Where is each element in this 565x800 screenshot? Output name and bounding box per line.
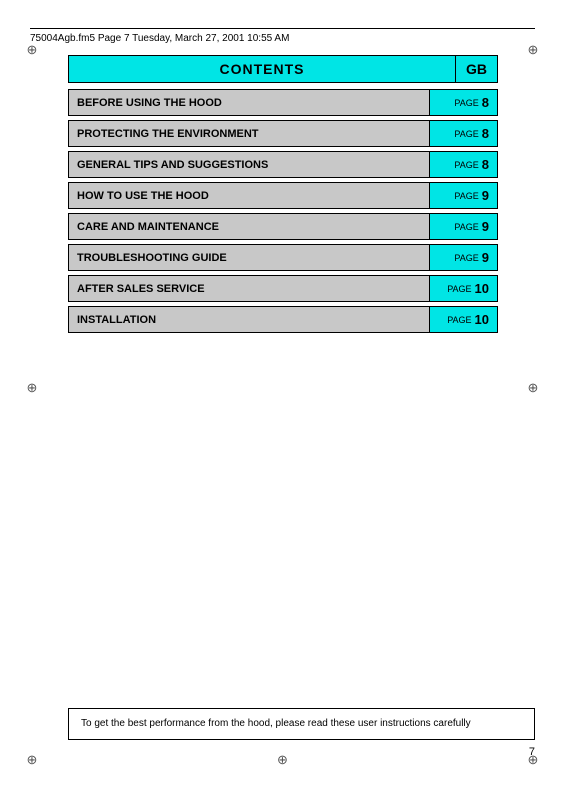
toc-row-title: INSTALLATION [69, 307, 429, 332]
main-content: CONTENTS GB BEFORE USING THE HOODPAGE8PR… [68, 55, 498, 337]
toc-list: BEFORE USING THE HOODPAGE8PROTECTING THE… [68, 89, 498, 333]
page-container: 75004Agb.fm5 Page 7 Tuesday, March 27, 2… [0, 0, 565, 800]
contents-gb: GB [455, 55, 498, 83]
toc-row-title: TROUBLESHOOTING GUIDE [69, 245, 429, 270]
page-num: 10 [475, 281, 489, 296]
bottom-note: To get the best performance from the hoo… [68, 708, 535, 740]
header-bar: 75004Agb.fm5 Page 7 Tuesday, March 27, 2… [30, 28, 535, 44]
toc-row: GENERAL TIPS AND SUGGESTIONS PAGE 8 [68, 151, 498, 178]
page-num: 9 [482, 219, 489, 234]
page-word: PAGE [447, 315, 471, 325]
toc-row-page: PAGE 9 [429, 245, 497, 270]
toc-row-title: HOW TO USE THE HOOD [69, 183, 429, 208]
cross-mid-right [525, 380, 541, 396]
toc-row-title: PROTECTING THE ENVIRONMENT [69, 121, 429, 146]
page-word: PAGE [454, 222, 478, 232]
page-word: PAGE [454, 129, 478, 139]
toc-row: PROTECTING THE ENVIRONMENT PAGE 8 [68, 120, 498, 147]
toc-row-page: PAGE 8 [429, 121, 497, 146]
toc-row: HOW TO USE THE HOOD PAGE 9 [68, 182, 498, 209]
toc-row-page: PAGE 8 [429, 152, 497, 177]
toc-row-title: AFTER SALES SERVICE [69, 276, 429, 301]
page-word: PAGE [454, 160, 478, 170]
toc-row: TROUBLESHOOTING GUIDE PAGE 9 [68, 244, 498, 271]
toc-row-page: PAGE 10 [429, 307, 497, 332]
toc-row: BEFORE USING THE HOOD PAGE 8 [68, 89, 498, 116]
page-num: 8 [482, 95, 489, 110]
toc-row-page: PAGE 9 [429, 183, 497, 208]
page-word: PAGE [454, 98, 478, 108]
toc-row-title: GENERAL TIPS AND SUGGESTIONS [69, 152, 429, 177]
toc-row-page: PAGE 8 [429, 90, 497, 115]
toc-row-page: PAGE 9 [429, 214, 497, 239]
toc-row-title: CARE AND MAINTENANCE [69, 214, 429, 239]
cross-bottom-mid [275, 752, 291, 768]
page-num: 8 [482, 126, 489, 141]
contents-header: CONTENTS GB [68, 55, 498, 83]
page-number: 7 [529, 746, 535, 758]
page-num: 9 [482, 250, 489, 265]
cross-mid-left [24, 380, 40, 396]
page-num: 8 [482, 157, 489, 172]
page-word: PAGE [454, 253, 478, 263]
page-word: PAGE [447, 284, 471, 294]
cross-bottom-left [24, 752, 40, 768]
toc-row: INSTALLATION PAGE 10 [68, 306, 498, 333]
header-text: 75004Agb.fm5 Page 7 Tuesday, March 27, 2… [30, 33, 289, 44]
page-num: 10 [475, 312, 489, 327]
toc-row: AFTER SALES SERVICE PAGE 10 [68, 275, 498, 302]
page-num: 9 [482, 188, 489, 203]
page-word: PAGE [454, 191, 478, 201]
toc-row-page: PAGE 10 [429, 276, 497, 301]
cross-top-left [24, 42, 40, 58]
toc-row: CARE AND MAINTENANCE PAGE 9 [68, 213, 498, 240]
toc-row-title: BEFORE USING THE HOOD [69, 90, 429, 115]
contents-title: CONTENTS [68, 55, 455, 83]
cross-top-right [525, 42, 541, 58]
